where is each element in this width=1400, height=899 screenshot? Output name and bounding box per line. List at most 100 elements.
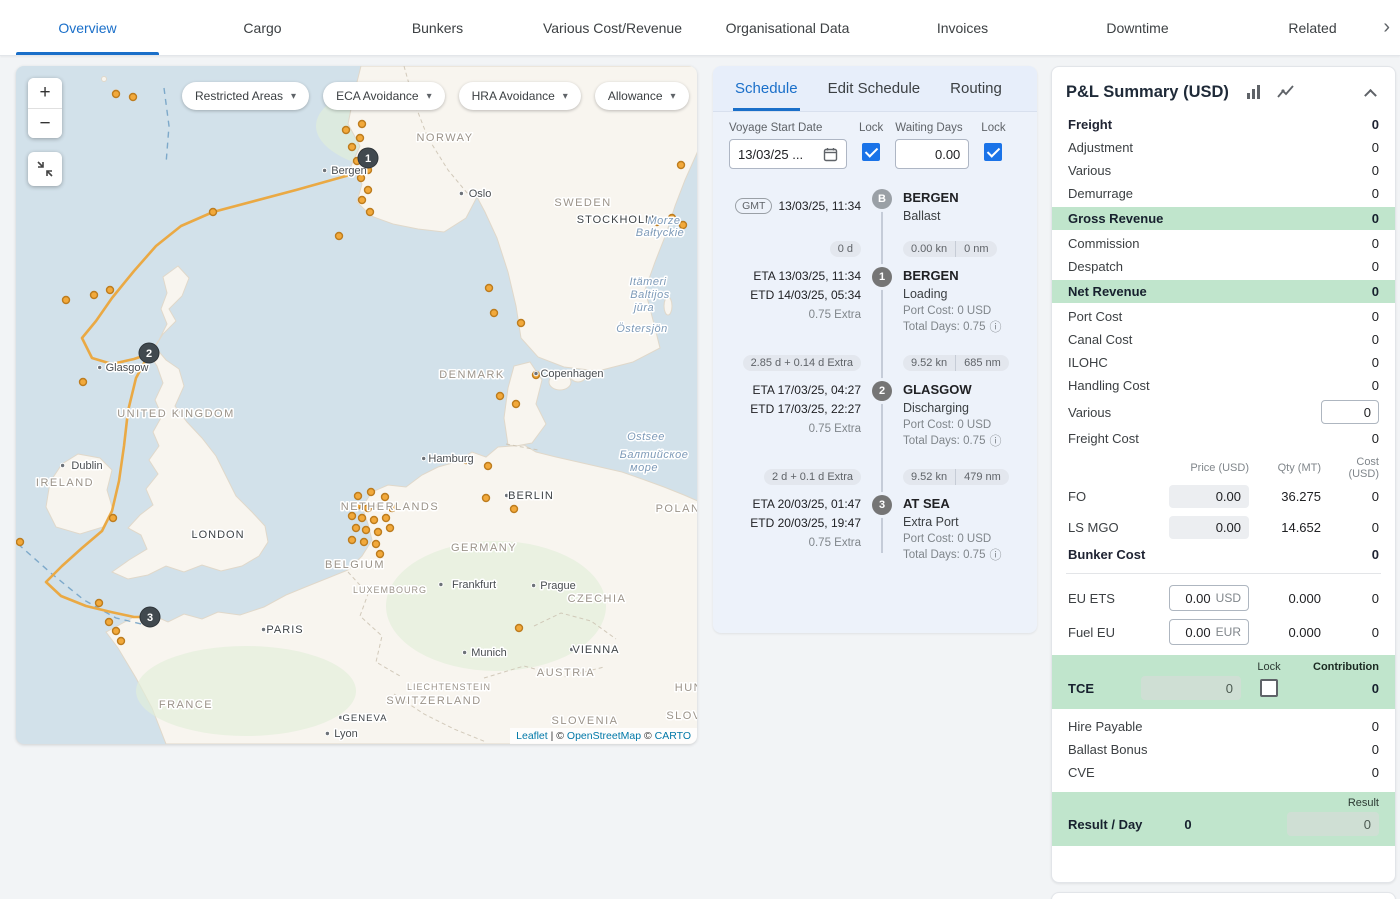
carto-link[interactable]: CARTO — [655, 730, 691, 742]
voyage-map[interactable]: NORWAYSWEDENUNITED KINGDOMIRELANDDENMARK… — [16, 66, 697, 744]
port-dot[interactable] — [483, 495, 490, 502]
city-dot — [462, 650, 466, 654]
port-dot[interactable] — [359, 121, 366, 128]
tab-related[interactable]: Related — [1225, 0, 1400, 55]
schedule-tab-routing[interactable]: Routing — [948, 66, 1004, 111]
fuel-row-ls-mgo: LS MGO14.6520 — [1066, 512, 1381, 543]
port-dot[interactable] — [678, 162, 685, 169]
openstreetmap-link[interactable]: OpenStreetMap — [567, 730, 641, 742]
various-cost-input[interactable] — [1321, 400, 1379, 424]
pnl-row-demurrage: Demurrage0 — [1066, 182, 1381, 205]
port-dot[interactable] — [91, 292, 98, 299]
port-dot[interactable] — [349, 513, 356, 520]
port-dot[interactable] — [96, 600, 103, 607]
timeline-leg-row: 2 d + 0.1 d Extra9.52 kn479 nm — [729, 469, 1027, 485]
info-icon[interactable]: ⓘ — [989, 435, 1001, 447]
port-cost: Port Cost: 0 USD — [903, 533, 1027, 545]
map-filter-label: ECA Avoidance — [336, 89, 419, 103]
schedule-tab-schedule[interactable]: Schedule — [733, 66, 800, 111]
tce-lock-checkbox[interactable] — [1260, 679, 1278, 697]
port-dot[interactable] — [368, 489, 375, 496]
map-filter-hra-avoidance[interactable]: HRA Avoidance▾ — [459, 82, 581, 110]
port-dot[interactable] — [106, 619, 113, 626]
leaflet-link[interactable]: Leaflet — [516, 730, 548, 742]
port-dot[interactable] — [518, 320, 525, 327]
port-dot[interactable] — [210, 209, 217, 216]
calendar-icon[interactable] — [823, 147, 838, 162]
port-dot[interactable] — [497, 393, 504, 400]
attribution-separator: © — [641, 730, 655, 742]
result-input[interactable] — [1287, 812, 1379, 836]
port-dot[interactable] — [130, 94, 137, 101]
port-dot[interactable] — [361, 539, 368, 546]
bar-chart-icon[interactable] — [1245, 84, 1261, 100]
tab-bunkers[interactable]: Bunkers — [350, 0, 525, 55]
map-filter-restricted-areas[interactable]: Restricted Areas▾ — [182, 82, 309, 110]
port-dot[interactable] — [349, 537, 356, 544]
port-dot[interactable] — [375, 529, 382, 536]
port-dot[interactable] — [373, 541, 380, 548]
collapse-panel-icon[interactable] — [1359, 81, 1381, 103]
map-filter-allowance[interactable]: Allowance▾ — [595, 82, 689, 110]
waiting-days-lock-checkbox[interactable] — [984, 143, 1002, 161]
schedule-tab-edit-schedule[interactable]: Edit Schedule — [826, 66, 923, 111]
recenter-button[interactable] — [28, 152, 62, 186]
tce-input[interactable] — [1141, 676, 1241, 700]
port-dot[interactable] — [353, 525, 360, 532]
port-dot[interactable] — [383, 515, 390, 522]
map-filter-eca-avoidance[interactable]: ECA Avoidance▾ — [323, 82, 445, 110]
port-dot[interactable] — [113, 628, 120, 635]
port-dot[interactable] — [365, 187, 372, 194]
port-dot[interactable] — [387, 525, 394, 532]
forest-area — [136, 646, 356, 736]
tab-invoices[interactable]: Invoices — [875, 0, 1050, 55]
port-name: BERGEN — [903, 189, 1027, 207]
port-dot[interactable] — [367, 209, 374, 216]
info-icon[interactable]: ⓘ — [989, 321, 1001, 333]
port-dot[interactable] — [363, 527, 370, 534]
port-dot[interactable] — [516, 625, 523, 632]
port-dot[interactable] — [359, 197, 366, 204]
port-dot[interactable] — [371, 517, 378, 524]
analytics-line-icon[interactable] — [1277, 84, 1294, 100]
tce-block: LockContributionTCE0 — [1052, 655, 1395, 709]
map-attribution: Leaflet | © OpenStreetMap © CARTO — [510, 728, 697, 744]
port-dot[interactable] — [113, 91, 120, 98]
port-dot[interactable] — [491, 310, 498, 317]
port-dot[interactable] — [107, 287, 114, 294]
port-dot[interactable] — [357, 135, 364, 142]
voyage-start-date-input[interactable]: 13/03/25 ... — [729, 139, 847, 169]
eu-ets-price-input[interactable]: 0.00USD — [1169, 585, 1249, 611]
zoom-out-button[interactable]: − — [28, 108, 62, 138]
tab-cargo[interactable]: Cargo — [175, 0, 350, 55]
port-dot[interactable] — [110, 515, 117, 522]
ls-mgo-price-input[interactable] — [1169, 516, 1249, 539]
port-dot[interactable] — [80, 379, 87, 386]
fo-price-input[interactable] — [1169, 485, 1249, 508]
waiting-days-input[interactable] — [895, 139, 969, 169]
fuel-eu-price-input[interactable]: 0.00EUR — [1169, 619, 1249, 645]
port-dot[interactable] — [63, 297, 70, 304]
port-dot[interactable] — [355, 493, 362, 500]
port-dot[interactable] — [17, 539, 24, 546]
port-dot[interactable] — [485, 463, 492, 470]
nav-scroll-right-icon[interactable]: › — [1375, 0, 1398, 55]
tab-organisational-data[interactable]: Organisational Data — [700, 0, 875, 55]
port-dot[interactable] — [359, 515, 366, 522]
port-dot[interactable] — [486, 285, 493, 292]
port-dot[interactable] — [511, 506, 518, 513]
port-dot[interactable] — [336, 233, 343, 240]
pnl-row-value: 0 — [1372, 309, 1379, 324]
tab-downtime[interactable]: Downtime — [1050, 0, 1225, 55]
port-dot[interactable] — [382, 494, 389, 501]
tab-various-cost-revenue[interactable]: Various Cost/Revenue — [525, 0, 700, 55]
port-dot[interactable] — [513, 401, 520, 408]
port-dot[interactable] — [343, 127, 350, 134]
port-dot[interactable] — [349, 144, 356, 151]
tab-overview[interactable]: Overview — [0, 0, 175, 55]
info-icon[interactable]: ⓘ — [989, 549, 1001, 561]
voyage-start-lock-checkbox[interactable] — [862, 143, 880, 161]
port-dot[interactable] — [118, 638, 125, 645]
zoom-in-button[interactable]: + — [28, 78, 62, 108]
port-dot[interactable] — [377, 551, 384, 558]
